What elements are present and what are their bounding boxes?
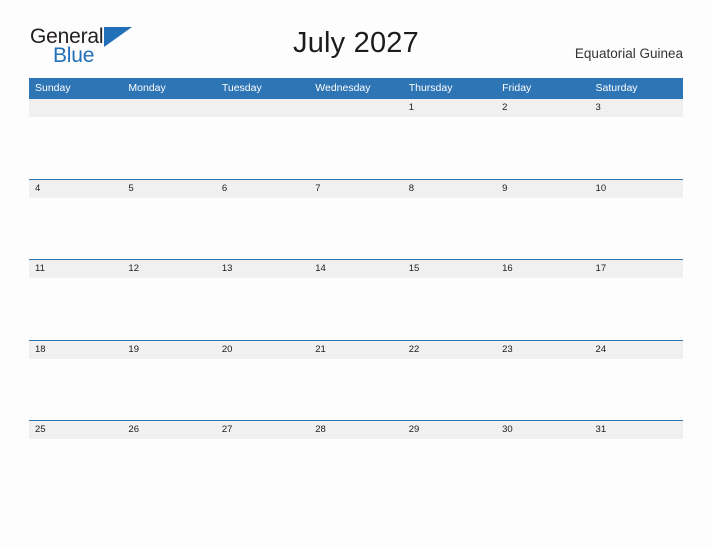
day-cell[interactable]: 27 <box>216 421 309 439</box>
week-row: 11 12 13 14 15 16 17 <box>29 259 683 340</box>
day-number-strip: 18 19 20 21 22 23 24 <box>29 340 683 359</box>
weekday-header-thursday: Thursday <box>408 82 453 94</box>
day-cell[interactable]: 2 <box>496 99 589 117</box>
day-cell[interactable]: 28 <box>309 421 402 439</box>
day-cell[interactable]: 11 <box>29 260 122 278</box>
day-cell[interactable]: 9 <box>496 180 589 198</box>
week-row: 4 5 6 7 8 9 10 <box>29 178 683 259</box>
page-header: General Blue July 2027 Equatorial Guinea <box>0 0 712 67</box>
day-cell[interactable] <box>122 99 215 117</box>
day-cell[interactable]: 29 <box>403 421 496 439</box>
day-cell[interactable]: 21 <box>309 341 402 359</box>
weekday-header-row: Sunday Monday Tuesday Wednesday Thursday… <box>29 78 683 98</box>
day-cell[interactable]: 24 <box>590 341 683 359</box>
day-cell[interactable]: 1 <box>403 99 496 117</box>
weekday-header-monday: Monday <box>128 82 166 94</box>
week-row: 1 2 3 <box>29 98 683 179</box>
day-cell[interactable] <box>29 99 122 117</box>
week-row: 25 26 27 28 29 30 31 <box>29 420 683 501</box>
weekday-header-wednesday: Wednesday <box>315 82 371 94</box>
day-cell[interactable]: 12 <box>122 260 215 278</box>
day-number-strip: 4 5 6 7 8 9 10 <box>29 179 683 198</box>
weekday-header-friday: Friday <box>502 82 532 94</box>
day-cell[interactable]: 4 <box>29 180 122 198</box>
day-cell[interactable] <box>309 99 402 117</box>
day-cell[interactable]: 3 <box>590 99 683 117</box>
day-cell[interactable]: 20 <box>216 341 309 359</box>
day-cell[interactable]: 7 <box>309 180 402 198</box>
day-cell[interactable]: 26 <box>122 421 215 439</box>
week-row: 18 19 20 21 22 23 24 <box>29 339 683 420</box>
day-cell[interactable]: 5 <box>122 180 215 198</box>
day-cell[interactable]: 19 <box>122 341 215 359</box>
weekday-header-tuesday: Tuesday <box>221 82 262 94</box>
day-number-strip: 1 2 3 <box>29 99 683 117</box>
calendar-grid: Sunday Monday Tuesday Wednesday Thursday… <box>29 78 683 501</box>
day-cell[interactable]: 23 <box>496 341 589 359</box>
day-cell[interactable] <box>216 99 309 117</box>
day-cell[interactable]: 16 <box>496 260 589 278</box>
day-cell[interactable]: 22 <box>403 341 496 359</box>
weekday-header-saturday: Saturday <box>595 82 638 94</box>
day-cell[interactable]: 8 <box>403 180 496 198</box>
day-cell[interactable]: 31 <box>590 421 683 439</box>
day-cell[interactable]: 14 <box>309 260 402 278</box>
day-number-strip: 11 12 13 14 15 16 17 <box>29 260 683 278</box>
locale-label: Equatorial Guinea <box>574 46 683 61</box>
day-cell[interactable]: 30 <box>496 421 589 439</box>
day-cell[interactable]: 13 <box>216 260 309 278</box>
day-cell[interactable]: 10 <box>590 180 683 198</box>
day-number-strip: 25 26 27 28 29 30 31 <box>29 421 683 439</box>
day-cell[interactable]: 25 <box>29 421 122 439</box>
day-cell[interactable]: 18 <box>29 341 122 359</box>
weekday-header-sunday: Sunday <box>35 82 71 94</box>
day-cell[interactable]: 17 <box>590 260 683 278</box>
day-cell[interactable]: 15 <box>403 260 496 278</box>
day-cell[interactable]: 6 <box>216 180 309 198</box>
